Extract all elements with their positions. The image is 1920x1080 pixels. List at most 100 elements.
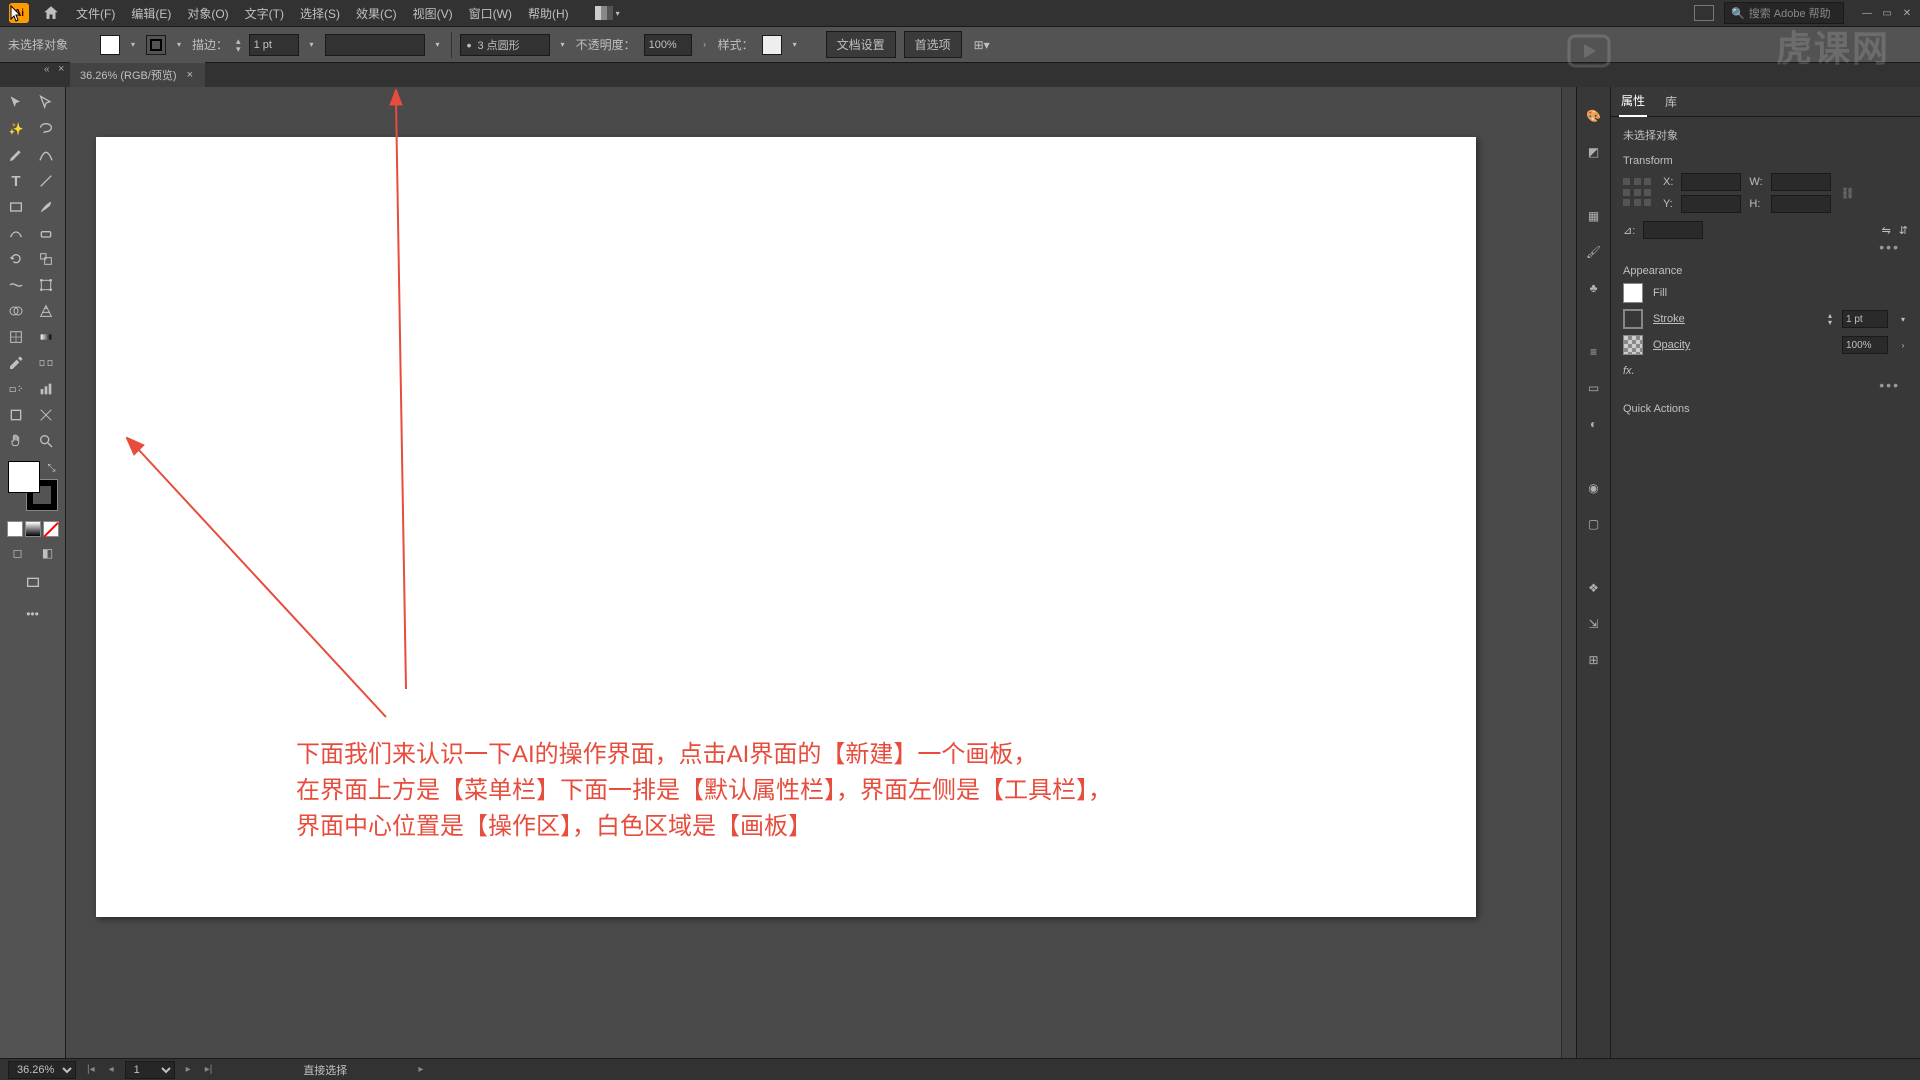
menu-select[interactable]: 选择(S) [292, 1, 348, 26]
home-icon[interactable] [42, 4, 60, 22]
gradient-mode[interactable] [25, 521, 41, 537]
lasso-tool[interactable] [32, 117, 60, 141]
line-tool[interactable] [32, 169, 60, 193]
workspace-icon[interactable] [1694, 5, 1714, 21]
canvas-area[interactable]: 下面我们来认识一下AI的操作界面，点击AI界面的【新建】一个画板， 在界面上方是… [66, 87, 1561, 1080]
symbols-icon[interactable]: ♣ [1583, 277, 1605, 299]
style-dropdown[interactable]: ▾ [790, 35, 800, 55]
scale-tool[interactable] [32, 247, 60, 271]
stroke-input-panel[interactable] [1842, 310, 1888, 328]
w-input[interactable] [1771, 173, 1831, 191]
rectangle-tool[interactable] [2, 195, 30, 219]
selection-tool[interactable] [2, 91, 30, 115]
opacity-input-panel[interactable] [1842, 336, 1888, 354]
artboard-select[interactable]: 1 [125, 1061, 175, 1079]
menu-window[interactable]: 窗口(W) [461, 1, 520, 26]
transform-more[interactable]: ••• [1623, 239, 1908, 255]
opacity-dropdown[interactable]: › [700, 35, 710, 55]
vertical-scrollbar[interactable] [1561, 87, 1576, 1080]
tab-close-icon[interactable]: × [185, 69, 195, 81]
style-swatch[interactable] [762, 35, 782, 55]
shape-builder-tool[interactable] [2, 299, 30, 323]
document-tab[interactable]: 36.26% (RGB/预览) × [70, 62, 205, 87]
width-tool[interactable] [2, 273, 30, 297]
stroke-swatch-panel[interactable] [1623, 309, 1643, 329]
free-transform-tool[interactable] [32, 273, 60, 297]
graphic-styles-icon[interactable]: ▢ [1583, 513, 1605, 535]
direct-selection-tool[interactable] [32, 91, 60, 115]
edit-toolbar[interactable]: ••• [2, 607, 63, 621]
eyedropper-tool[interactable] [2, 351, 30, 375]
transparency-icon[interactable]: ◐ [1583, 413, 1605, 435]
magic-wand-tool[interactable]: ✨ [2, 117, 30, 141]
menu-file[interactable]: 文件(F) [68, 1, 123, 26]
menu-view[interactable]: 视图(V) [405, 1, 461, 26]
draw-behind[interactable]: ◧ [34, 541, 62, 565]
color-guide-icon[interactable]: ◩ [1583, 141, 1605, 163]
fill-stroke-indicator[interactable]: ⤡ [8, 461, 58, 511]
swatches-icon[interactable]: ▦ [1583, 205, 1605, 227]
symbol-sprayer-tool[interactable] [2, 377, 30, 401]
h-input[interactable] [1771, 195, 1831, 213]
menu-help[interactable]: 帮助(H) [520, 1, 577, 26]
asset-export-icon[interactable]: ⇲ [1583, 613, 1605, 635]
opacity-input[interactable] [644, 34, 692, 56]
appearance-more[interactable]: ••• [1623, 377, 1908, 393]
stroke-weight-input[interactable] [249, 34, 299, 56]
y-input[interactable] [1681, 195, 1741, 213]
opacity-swatch-panel[interactable] [1623, 335, 1643, 355]
graph-tool[interactable] [32, 377, 60, 401]
tab-properties[interactable]: 属性 [1619, 86, 1647, 117]
maximize-icon[interactable]: ▭ [1878, 6, 1896, 20]
slice-tool[interactable] [32, 403, 60, 427]
search-input[interactable]: 🔍 搜索 Adobe 帮助 [1724, 2, 1844, 24]
flip-h-icon[interactable]: ⇋ [1882, 224, 1891, 237]
first-artboard[interactable]: |◂ [84, 1064, 98, 1075]
last-artboard[interactable]: ▸| [202, 1064, 216, 1075]
menu-edit[interactable]: 编辑(E) [123, 1, 179, 26]
zoom-tool[interactable] [32, 429, 60, 453]
minimize-icon[interactable]: — [1858, 6, 1876, 20]
close-icon[interactable]: ✕ [1898, 6, 1916, 20]
stepper-icon[interactable]: ▴▾ [236, 37, 241, 53]
tab-libraries[interactable]: 库 [1663, 87, 1679, 116]
blend-tool[interactable] [32, 351, 60, 375]
preferences-button[interactable]: 首选项 [904, 31, 962, 58]
layers-icon[interactable]: ❖ [1583, 577, 1605, 599]
brush-dropdown[interactable]: ▾ [558, 35, 568, 55]
brushes-icon[interactable]: 🖌 [1583, 241, 1605, 263]
pen-tool[interactable] [2, 143, 30, 167]
prev-artboard[interactable]: ◂ [106, 1064, 117, 1075]
collapse-icon[interactable]: « [44, 64, 50, 75]
zoom-select[interactable]: 36.26% [8, 1061, 76, 1079]
tab-close-left[interactable]: × [58, 63, 64, 75]
status-play[interactable]: ▸ [415, 1064, 426, 1075]
angle-input[interactable] [1643, 221, 1703, 239]
perspective-tool[interactable] [32, 299, 60, 323]
fx-label[interactable]: fx. [1623, 365, 1908, 377]
rotate-tool[interactable] [2, 247, 30, 271]
artboard-tool[interactable] [2, 403, 30, 427]
fill-swatch[interactable] [100, 35, 120, 55]
gradient-panel-icon[interactable]: ▭ [1583, 377, 1605, 399]
next-artboard[interactable]: ▸ [183, 1064, 194, 1075]
fill-dropdown[interactable]: ▾ [128, 35, 138, 55]
x-input[interactable] [1681, 173, 1741, 191]
opacity-dd-panel[interactable]: › [1898, 335, 1908, 355]
variable-width-input[interactable] [325, 34, 425, 56]
doc-setup-button[interactable]: 文档设置 [826, 31, 896, 58]
align-icon[interactable]: ⊞▾ [970, 38, 994, 52]
drawing-mode[interactable]: ◻ [4, 541, 32, 565]
type-tool[interactable]: T [2, 169, 30, 193]
none-mode[interactable] [43, 521, 59, 537]
flip-v-icon[interactable]: ⇵ [1899, 224, 1908, 237]
mesh-tool[interactable] [2, 325, 30, 349]
stroke-swatch[interactable] [146, 35, 166, 55]
eraser-tool[interactable] [32, 221, 60, 245]
screen-mode[interactable] [19, 571, 47, 595]
brush-preview[interactable]: •3 点圆形 [460, 34, 550, 56]
fill-swatch-panel[interactable] [1623, 283, 1643, 303]
curvature-tool[interactable] [32, 143, 60, 167]
menu-type[interactable]: 文字(T) [237, 1, 292, 26]
stroke-stepper[interactable]: ▴▾ [1828, 312, 1832, 326]
